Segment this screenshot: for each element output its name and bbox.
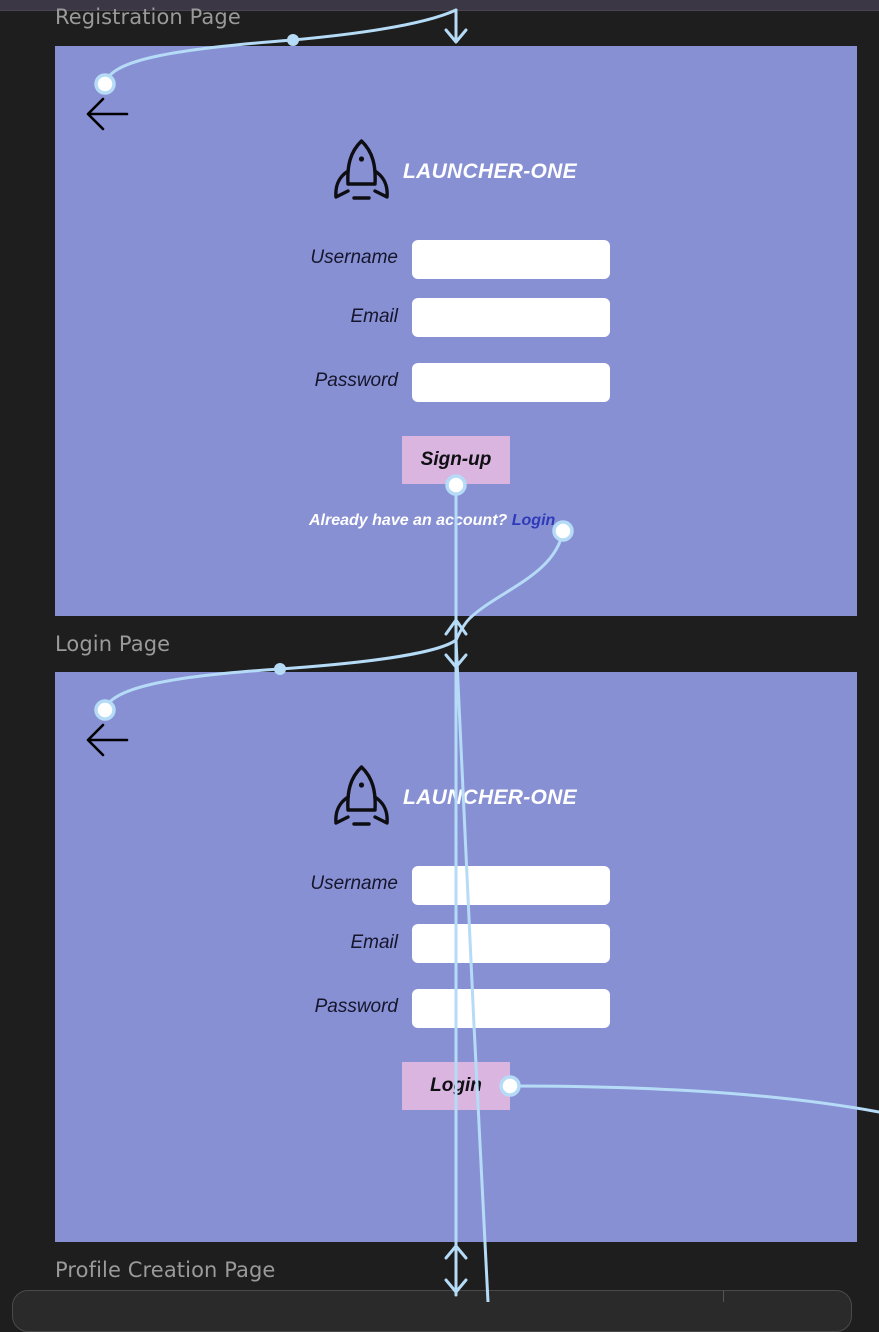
bottom-toolbar[interactable]	[12, 1290, 852, 1332]
username-input[interactable]	[412, 866, 610, 905]
login-frame[interactable]: LAUNCHER-ONE Username Email Password Log…	[55, 672, 857, 1242]
already-account-text: Already have an account? Login	[309, 512, 555, 530]
password-label: Password	[314, 996, 398, 1017]
already-account-prompt: Already have an account?	[309, 512, 508, 529]
toolbar-divider	[723, 1291, 724, 1302]
email-label: Email	[350, 306, 398, 327]
wire-handle	[287, 34, 299, 46]
username-label: Username	[310, 247, 398, 268]
brand-name: LAUNCHER-ONE	[403, 160, 577, 183]
brand-name: LAUNCHER-ONE	[403, 786, 577, 809]
wire-arrowhead	[444, 1244, 468, 1260]
rocket-icon	[334, 139, 389, 200]
frame-label-login[interactable]: Login Page	[55, 632, 170, 656]
email-label: Email	[350, 932, 398, 953]
registration-frame[interactable]: LAUNCHER-ONE Username Email Password Sig…	[55, 46, 857, 616]
password-input[interactable]	[412, 363, 610, 402]
wire-arrowhead	[444, 618, 468, 636]
back-arrow-icon[interactable]	[85, 96, 129, 132]
rocket-icon	[334, 765, 389, 826]
email-input[interactable]	[412, 924, 610, 963]
frame-label-profile[interactable]: Profile Creation Page	[55, 1258, 275, 1282]
username-label: Username	[310, 873, 398, 894]
wire-arrowhead	[444, 653, 468, 669]
wire-arrowhead	[444, 28, 468, 44]
signup-button[interactable]: Sign-up	[402, 436, 510, 484]
password-label: Password	[314, 370, 398, 391]
password-input[interactable]	[412, 989, 610, 1028]
email-input[interactable]	[412, 298, 610, 337]
back-arrow-icon[interactable]	[85, 722, 129, 758]
frame-label-registration[interactable]: Registration Page	[55, 5, 241, 29]
username-input[interactable]	[412, 240, 610, 279]
login-link[interactable]: Login	[512, 512, 556, 529]
login-button[interactable]: Login	[402, 1062, 510, 1110]
